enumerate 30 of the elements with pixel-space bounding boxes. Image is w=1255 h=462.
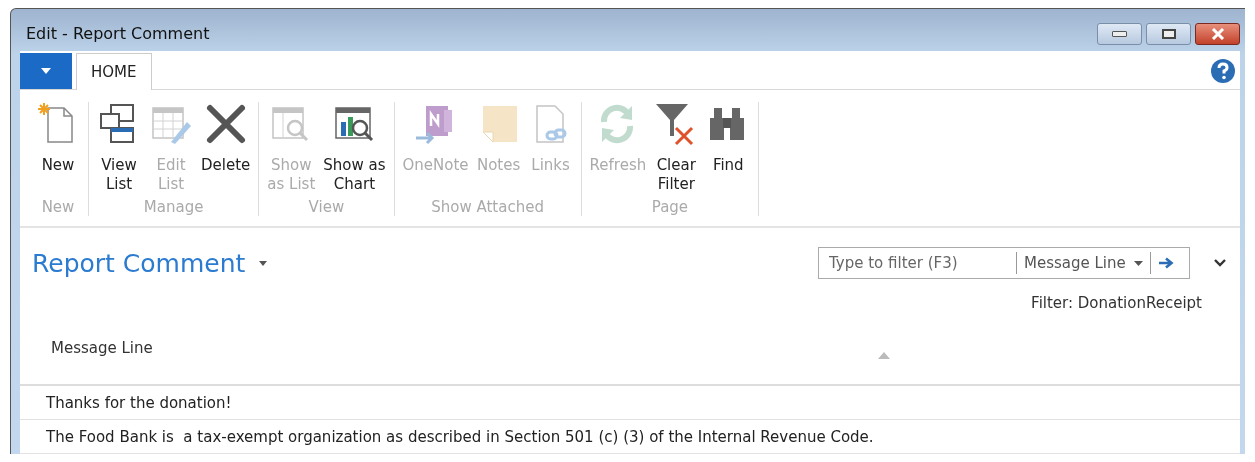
help-icon[interactable] xyxy=(1210,58,1236,84)
find-button[interactable]: Find xyxy=(702,102,755,196)
group-label: Show Attached xyxy=(431,197,544,216)
filter-field-dropdown[interactable]: Message Line xyxy=(1024,254,1126,272)
column-header[interactable]: Message Line xyxy=(51,339,153,357)
caret-icon xyxy=(40,67,52,75)
caret-icon[interactable] xyxy=(259,260,268,266)
filter-field[interactable]: Type to filter (F3) Message Line xyxy=(818,247,1190,279)
close-button[interactable] xyxy=(1195,23,1240,45)
group-label: Page xyxy=(651,197,689,216)
window-title: Edit - Report Comment xyxy=(25,22,210,43)
clear-filter-button[interactable]: Clear Filter xyxy=(650,102,703,196)
view-list-button[interactable]: View List xyxy=(93,102,145,196)
group-label: View xyxy=(308,197,345,216)
group-label: Manage xyxy=(143,197,204,216)
chevron-icon[interactable] xyxy=(1214,259,1226,267)
table-cell: Thanks for the donation! xyxy=(46,393,232,412)
filter-text: Filter: DonationReceipt xyxy=(1031,294,1202,312)
page-title: Report Comment xyxy=(32,248,246,278)
minimize-button[interactable] xyxy=(1097,23,1142,45)
close-icon xyxy=(1209,28,1226,40)
caret-icon[interactable] xyxy=(1133,260,1143,266)
arrow-icon[interactable] xyxy=(1157,257,1174,269)
delete-button[interactable]: Delete xyxy=(197,102,255,196)
table-cell: The Food Bank is a tax-exempt organization as described in Section 501 (c) (3) of the Internal Revenue Code. xyxy=(46,427,874,446)
new-button[interactable]: New xyxy=(32,102,84,196)
group-label: New xyxy=(41,197,75,216)
home-tab[interactable]: HOME xyxy=(76,53,152,90)
show-chart-button[interactable]: Show as Chart xyxy=(319,102,390,196)
maximize-button[interactable] xyxy=(1146,23,1191,45)
